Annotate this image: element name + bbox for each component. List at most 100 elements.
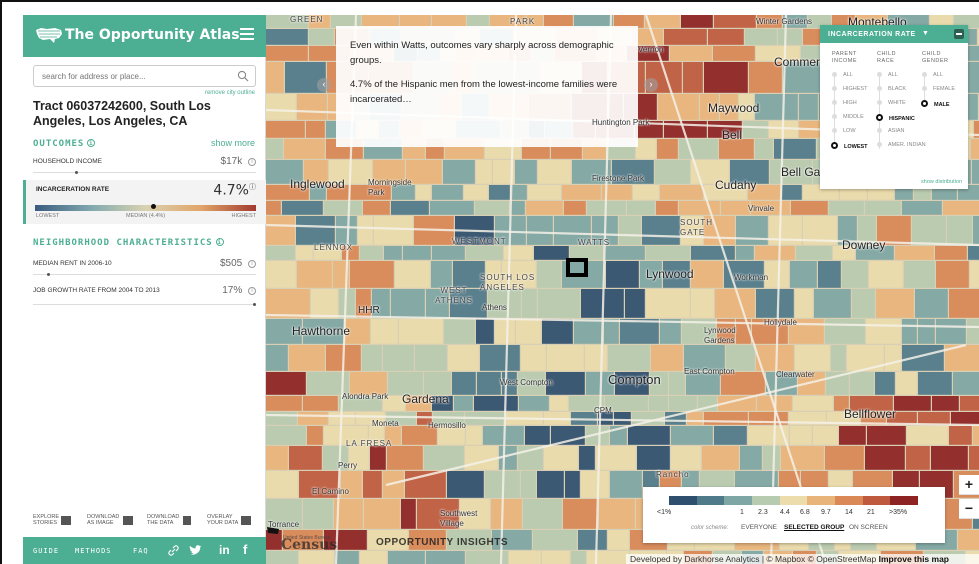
- census-tract[interactable]: [918, 319, 935, 344]
- census-tract[interactable]: [619, 216, 641, 245]
- census-tract[interactable]: [842, 261, 868, 288]
- filter-panel-header[interactable]: INCARCERATION RATE ▼: [820, 25, 968, 43]
- census-tract[interactable]: [474, 396, 518, 411]
- census-tract[interactable]: [370, 446, 386, 470]
- census-tract[interactable]: [869, 261, 903, 288]
- census-tract[interactable]: [363, 471, 382, 498]
- info-icon[interactable]: i: [87, 139, 96, 147]
- census-tract[interactable]: [627, 201, 655, 215]
- info-icon[interactable]: i: [248, 287, 256, 295]
- census-tract[interactable]: [587, 551, 629, 564]
- income-option[interactable]: LOWEST: [831, 142, 868, 150]
- census-tract[interactable]: [298, 412, 328, 425]
- census-tract[interactable]: [795, 345, 830, 371]
- census-tract[interactable]: [968, 246, 979, 260]
- census-tract[interactable]: [813, 426, 838, 445]
- census-tract[interactable]: [550, 396, 568, 411]
- census-tract[interactable]: [519, 396, 549, 411]
- census-tract[interactable]: [266, 412, 297, 425]
- census-tract[interactable]: [671, 446, 701, 470]
- race-option[interactable]: ASIAN: [877, 128, 905, 134]
- census-tract[interactable]: [480, 345, 520, 371]
- race-option[interactable]: ALL: [877, 72, 898, 78]
- gender-option[interactable]: ALL: [922, 72, 943, 78]
- census-tract[interactable]: [523, 499, 562, 529]
- income-option[interactable]: MIDDLE: [832, 114, 864, 120]
- census-tract[interactable]: [526, 201, 563, 215]
- census-tract[interactable]: [335, 551, 359, 564]
- census-tract[interactable]: [431, 261, 452, 288]
- census-tract[interactable]: [691, 246, 735, 260]
- census-tract[interactable]: [303, 396, 338, 411]
- census-tract[interactable]: [614, 412, 631, 425]
- census-tract[interactable]: [799, 94, 818, 120]
- census-tract[interactable]: [599, 499, 635, 529]
- census-tract[interactable]: [907, 426, 948, 445]
- scheme-on-screen-option[interactable]: ON SCREEN: [849, 524, 888, 531]
- census-tract[interactable]: [303, 499, 333, 529]
- census-tract[interactable]: [495, 319, 515, 344]
- census-tract[interactable]: [852, 289, 875, 318]
- census-tract[interactable]: [876, 289, 914, 318]
- census-tract[interactable]: [415, 345, 447, 371]
- census-tract[interactable]: [715, 289, 755, 318]
- linkedin-icon[interactable]: in: [219, 543, 230, 557]
- census-tract[interactable]: [915, 289, 948, 318]
- census-tract[interactable]: [360, 246, 383, 260]
- zoom-in-button[interactable]: +: [959, 475, 979, 495]
- link-icon[interactable]: [168, 545, 179, 556]
- census-tract[interactable]: [266, 216, 295, 245]
- census-tract[interactable]: [465, 446, 498, 470]
- census-tract[interactable]: [266, 139, 283, 159]
- census-tract[interactable]: [538, 289, 580, 318]
- census-tract[interactable]: [960, 396, 979, 411]
- census-tract[interactable]: [867, 426, 906, 445]
- census-tract[interactable]: [522, 289, 537, 318]
- zoom-out-button[interactable]: −: [959, 499, 979, 519]
- census-tract[interactable]: [906, 446, 930, 470]
- census-tract[interactable]: [424, 446, 464, 470]
- census-tract[interactable]: [416, 185, 431, 200]
- census-tract[interactable]: [266, 121, 305, 138]
- census-tract[interactable]: [447, 471, 484, 498]
- census-tract[interactable]: [475, 201, 509, 215]
- census-tract[interactable]: [521, 471, 536, 498]
- census-tract[interactable]: [309, 29, 334, 45]
- census-tract[interactable]: [350, 261, 394, 288]
- census-tract[interactable]: [266, 446, 288, 470]
- census-tract[interactable]: [430, 201, 474, 215]
- search-icon[interactable]: [237, 70, 249, 82]
- census-tract[interactable]: [374, 216, 413, 245]
- faq-link[interactable]: FAQ: [133, 547, 149, 555]
- census-tract[interactable]: [918, 412, 950, 425]
- census-tract[interactable]: [702, 446, 739, 470]
- methods-link[interactable]: METHODS: [75, 547, 112, 555]
- census-tract[interactable]: [324, 201, 362, 215]
- census-tract[interactable]: [510, 201, 525, 215]
- next-arrow-icon[interactable]: ›: [644, 78, 658, 92]
- facebook-icon[interactable]: f: [243, 542, 247, 557]
- camera-icon[interactable]: [266, 525, 280, 535]
- census-tract[interactable]: [596, 446, 636, 470]
- census-tract[interactable]: [774, 139, 816, 159]
- census-tract[interactable]: [970, 261, 979, 288]
- census-tract[interactable]: [266, 201, 281, 215]
- census-tract[interactable]: [426, 551, 465, 564]
- census-tract[interactable]: [936, 261, 969, 288]
- census-tract[interactable]: [866, 319, 901, 344]
- median-rent-row[interactable]: MEDIAN RENT IN 2006-10 $505 i: [33, 258, 256, 269]
- census-tract[interactable]: [562, 185, 601, 200]
- census-tract[interactable]: [796, 246, 832, 260]
- show-more-link[interactable]: show more: [211, 138, 255, 148]
- census-tract[interactable]: [651, 345, 683, 371]
- census-tract[interactable]: [646, 289, 690, 318]
- census-tract[interactable]: [579, 446, 595, 470]
- census-tract[interactable]: [491, 499, 522, 529]
- census-tract[interactable]: [825, 319, 865, 344]
- census-tract[interactable]: [628, 426, 670, 445]
- census-tract[interactable]: [714, 426, 747, 445]
- search-box[interactable]: [33, 65, 256, 87]
- census-tract[interactable]: [763, 446, 780, 470]
- census-tract[interactable]: [266, 426, 306, 445]
- income-option[interactable]: ALL: [832, 72, 853, 78]
